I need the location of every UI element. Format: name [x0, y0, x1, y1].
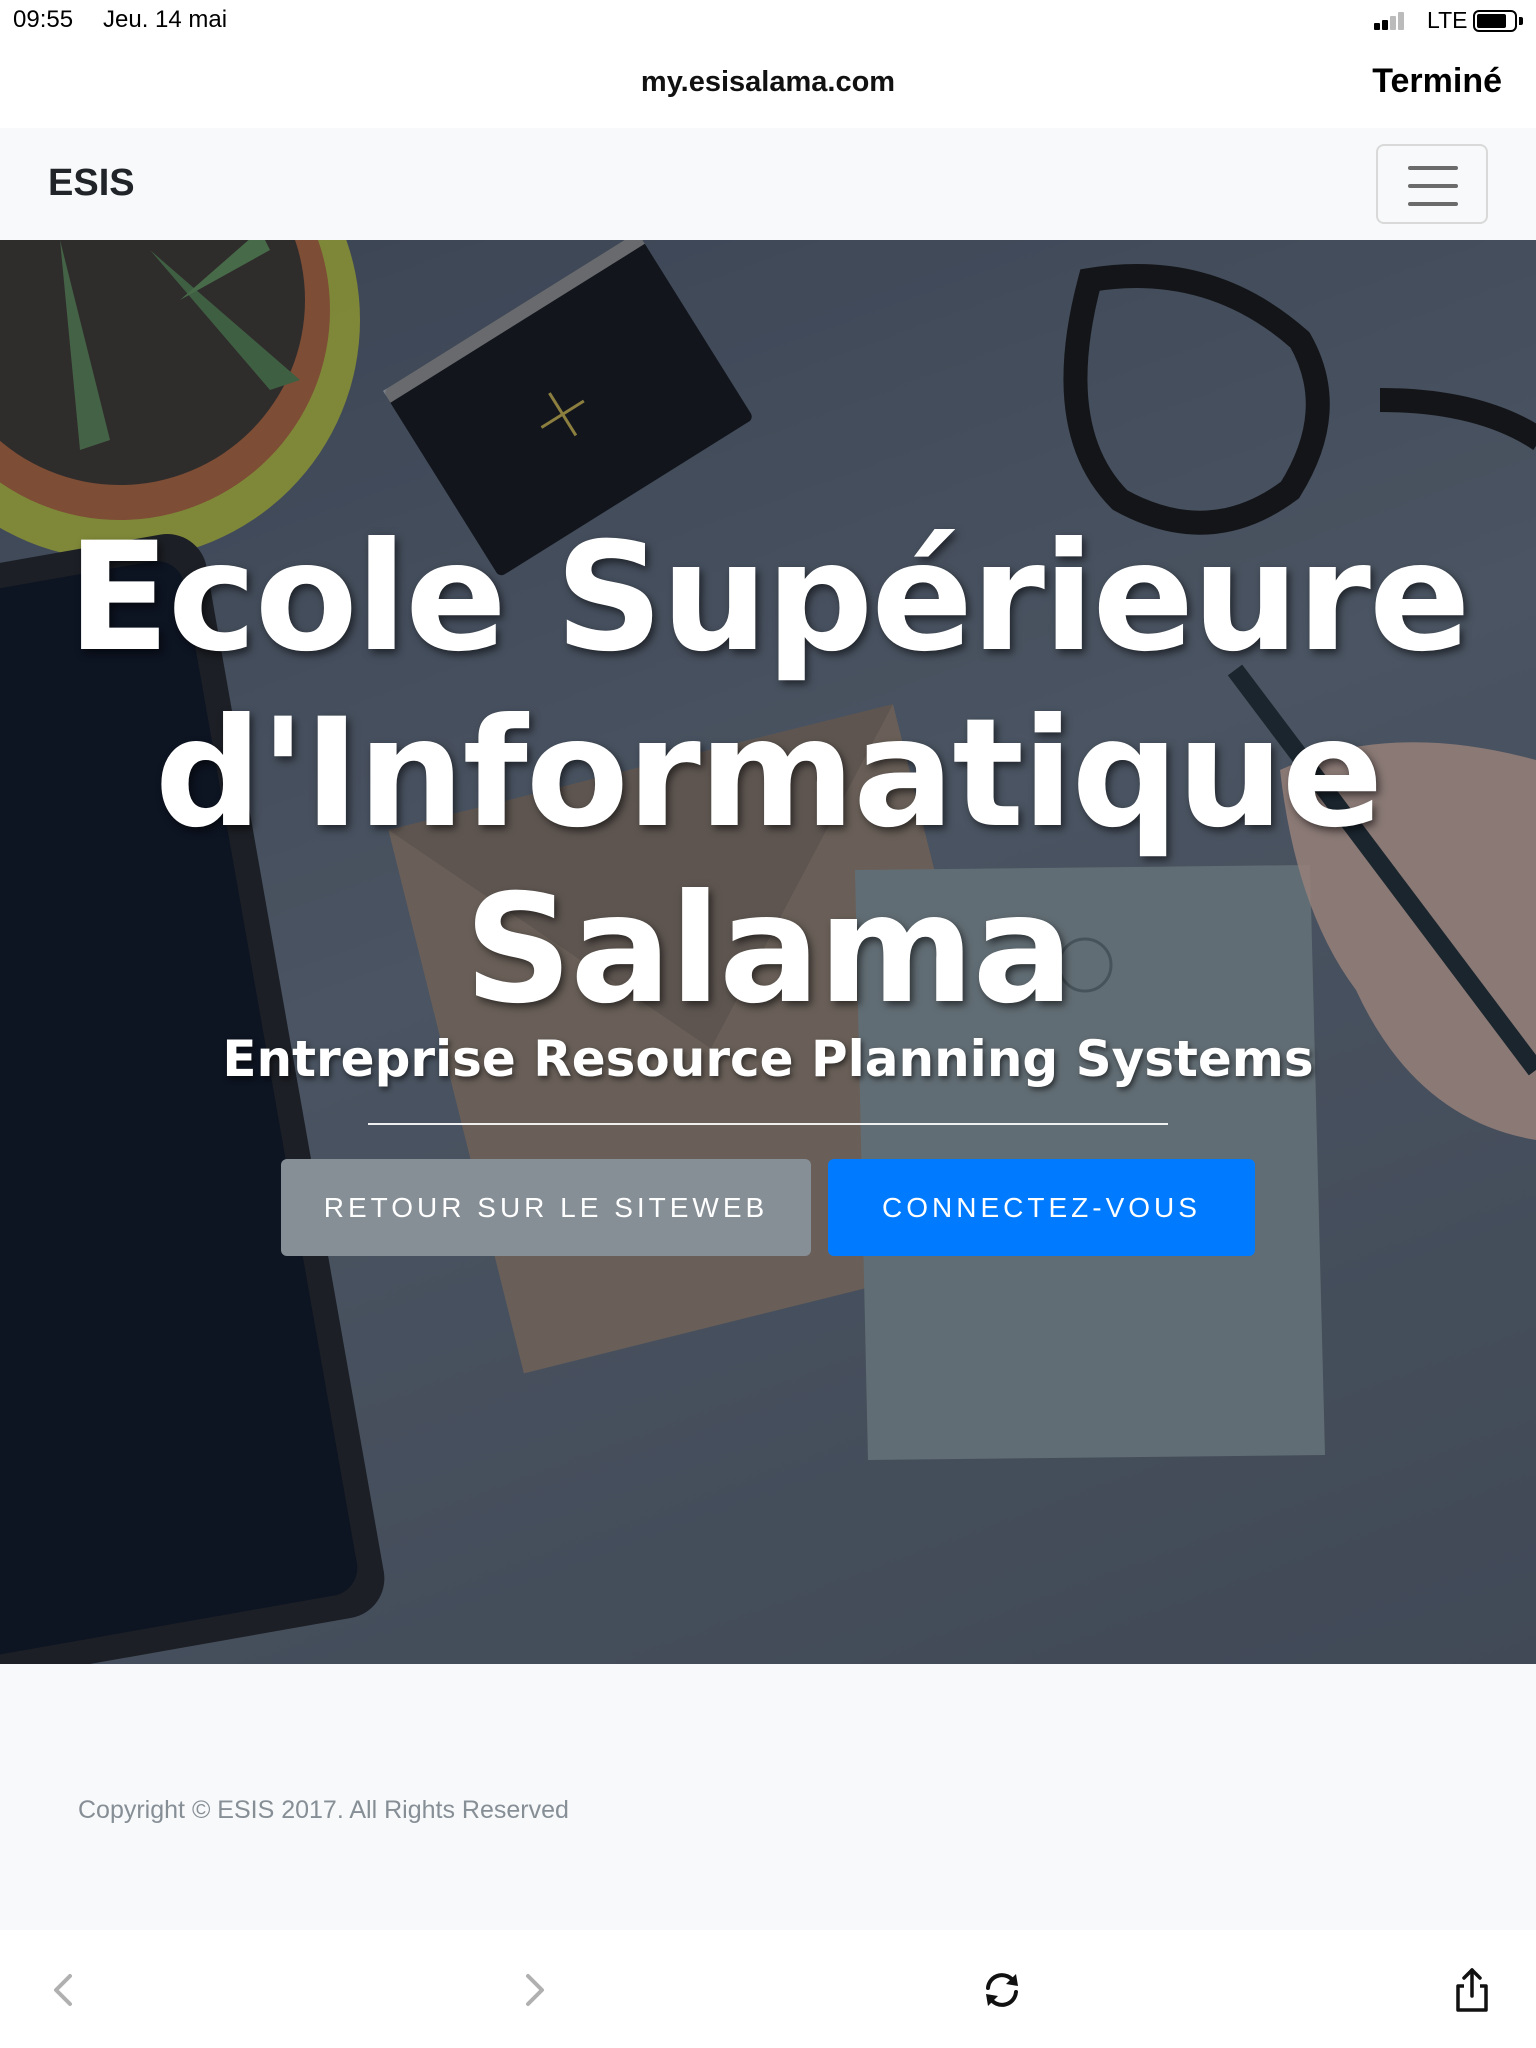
hamburger-icon-bar: [1408, 202, 1458, 206]
hero-title-line: Ecole Supérieure: [67, 511, 1470, 685]
status-bar: 09:55 Jeu. 14 mai LTE: [0, 0, 1536, 42]
hamburger-icon: [1408, 166, 1458, 170]
back-icon[interactable]: [42, 1968, 86, 2012]
forward-icon[interactable]: [512, 1968, 556, 2012]
signal-icon: [1374, 12, 1408, 30]
url-field[interactable]: my.esisalama.com: [0, 66, 1536, 99]
share-icon[interactable]: [1450, 1968, 1494, 2012]
menu-toggle-button[interactable]: [1376, 144, 1488, 224]
login-button[interactable]: CONNECTEZ-VOUS: [828, 1159, 1255, 1256]
site-footer: Copyright © ESIS 2017. All Rights Reserv…: [0, 1664, 1536, 1930]
network-label: LTE: [1427, 7, 1468, 33]
hero-section: Ecole Supérieure d'Informatique Salama E…: [0, 240, 1536, 1664]
status-date: Jeu. 14 mai: [103, 6, 228, 33]
hero-title-line: d'Informatique: [154, 687, 1384, 861]
battery-icon: [1473, 10, 1517, 32]
back-to-website-button[interactable]: RETOUR SUR LE SITEWEB: [281, 1159, 811, 1256]
browser-toolbar: [0, 1930, 1536, 2048]
brand-link[interactable]: ESIS: [48, 162, 135, 205]
address-bar: my.esisalama.com Terminé: [0, 42, 1536, 128]
status-time: 09:55: [13, 6, 74, 33]
copyright-text: Copyright © ESIS 2017. All Rights Reserv…: [78, 1796, 569, 1824]
reload-icon[interactable]: [980, 1968, 1024, 2012]
hero-title-line: Salama: [464, 863, 1073, 1037]
done-button[interactable]: Terminé: [1372, 62, 1502, 101]
hero-subtitle: Entreprise Resource Planning Systems: [222, 1030, 1314, 1088]
battery-nub: [1519, 17, 1523, 25]
hero-divider: [368, 1123, 1168, 1125]
battery-level: [1477, 14, 1506, 28]
hamburger-icon-bar: [1408, 184, 1458, 188]
site-navbar: ESIS: [0, 128, 1536, 240]
hero-title: Ecole Supérieure d'Informatique Salama: [0, 510, 1536, 1038]
